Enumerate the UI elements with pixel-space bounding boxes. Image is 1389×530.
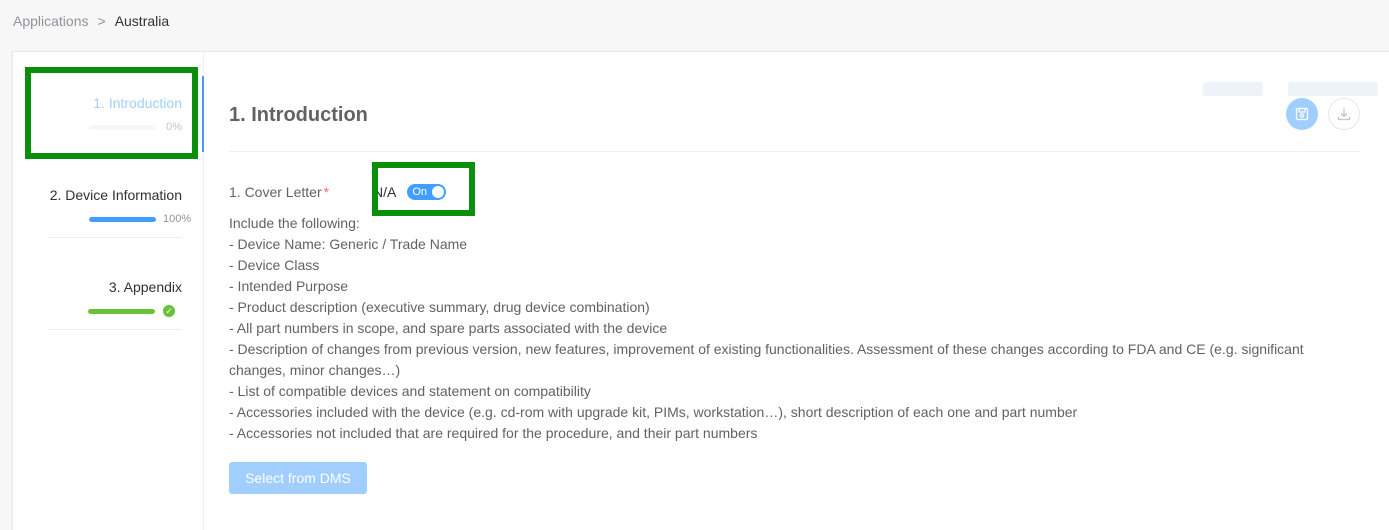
cover-letter-field: 1. Cover Letter * N/A On — [229, 184, 447, 200]
cover-letter-instructions: Include the following: - Device Name: Ge… — [229, 213, 1329, 444]
progress-track — [89, 124, 156, 130]
step-content: 1. Introduction 1. Cover Letter * N/A On… — [229, 52, 1371, 530]
required-mark: * — [323, 184, 330, 200]
breadcrumb: Applications > Australia — [13, 13, 169, 29]
step-label: 1. Introduction — [93, 95, 182, 111]
instruction-line: - Accessories not included that are requ… — [229, 425, 758, 441]
na-label: N/A — [373, 184, 397, 200]
check-circle-icon: ✓ — [163, 305, 175, 317]
step-divider — [48, 329, 182, 330]
instruction-line: - List of compatible devices and stateme… — [229, 383, 591, 399]
step-appendix[interactable]: 3. Appendix ✓ — [48, 279, 182, 330]
field-label-text: 1. Cover Letter — [229, 184, 322, 200]
save-button[interactable] — [1286, 98, 1318, 130]
save-icon — [1295, 107, 1309, 121]
progress-track — [88, 308, 155, 314]
progress-fill — [88, 308, 155, 314]
breadcrumb-separator: > — [97, 13, 106, 29]
active-step-indicator — [202, 76, 204, 152]
step-progress: 100% — [48, 213, 192, 225]
page-title: 1. Introduction — [229, 104, 368, 126]
toggle-knob — [432, 186, 445, 198]
download-button[interactable] — [1328, 98, 1360, 130]
instruction-line: Include the following: — [229, 215, 360, 231]
content-header: 1. Introduction — [229, 98, 1360, 152]
progress-percent: 0% — [166, 121, 182, 133]
breadcrumb-applications-link[interactable]: Applications — [13, 13, 89, 29]
toggle-text: On — [412, 186, 428, 198]
step-label: 2. Device Information — [49, 187, 182, 203]
instruction-line: - Device Class — [229, 257, 320, 273]
application-card: 1. Introduction 0% 2. Device Information… — [12, 51, 1389, 530]
progress-track — [89, 216, 156, 222]
step-introduction[interactable]: 1. Introduction 0% — [48, 95, 182, 133]
step-label: 3. Appendix — [108, 279, 182, 295]
step-progress: ✓ — [48, 305, 182, 317]
progress-fill — [89, 216, 156, 222]
instruction-line: - All part numbers in scope, and spare p… — [229, 320, 668, 336]
step-device-information[interactable]: 2. Device Information 100% — [48, 187, 192, 238]
step-progress: 0% — [48, 121, 182, 133]
instruction-line: - Accessories included with the device (… — [229, 404, 1078, 420]
step-divider — [48, 237, 182, 238]
download-icon — [1337, 108, 1351, 121]
instruction-line: - Description of changes from previous v… — [229, 341, 1304, 378]
progress-percent: 100% — [163, 213, 192, 225]
steps-sidebar: 1. Introduction 0% 2. Device Information… — [13, 52, 204, 530]
instruction-line: - Product description (executive summary… — [229, 299, 650, 315]
na-toggle[interactable]: On — [407, 184, 447, 200]
cover-letter-label: 1. Cover Letter * — [229, 184, 373, 200]
instruction-line: - Device Name: Generic / Trade Name — [229, 236, 468, 252]
select-from-dms-button[interactable]: Select from DMS — [229, 462, 367, 494]
breadcrumb-current: Australia — [114, 13, 170, 29]
instruction-line: - Intended Purpose — [229, 278, 349, 294]
